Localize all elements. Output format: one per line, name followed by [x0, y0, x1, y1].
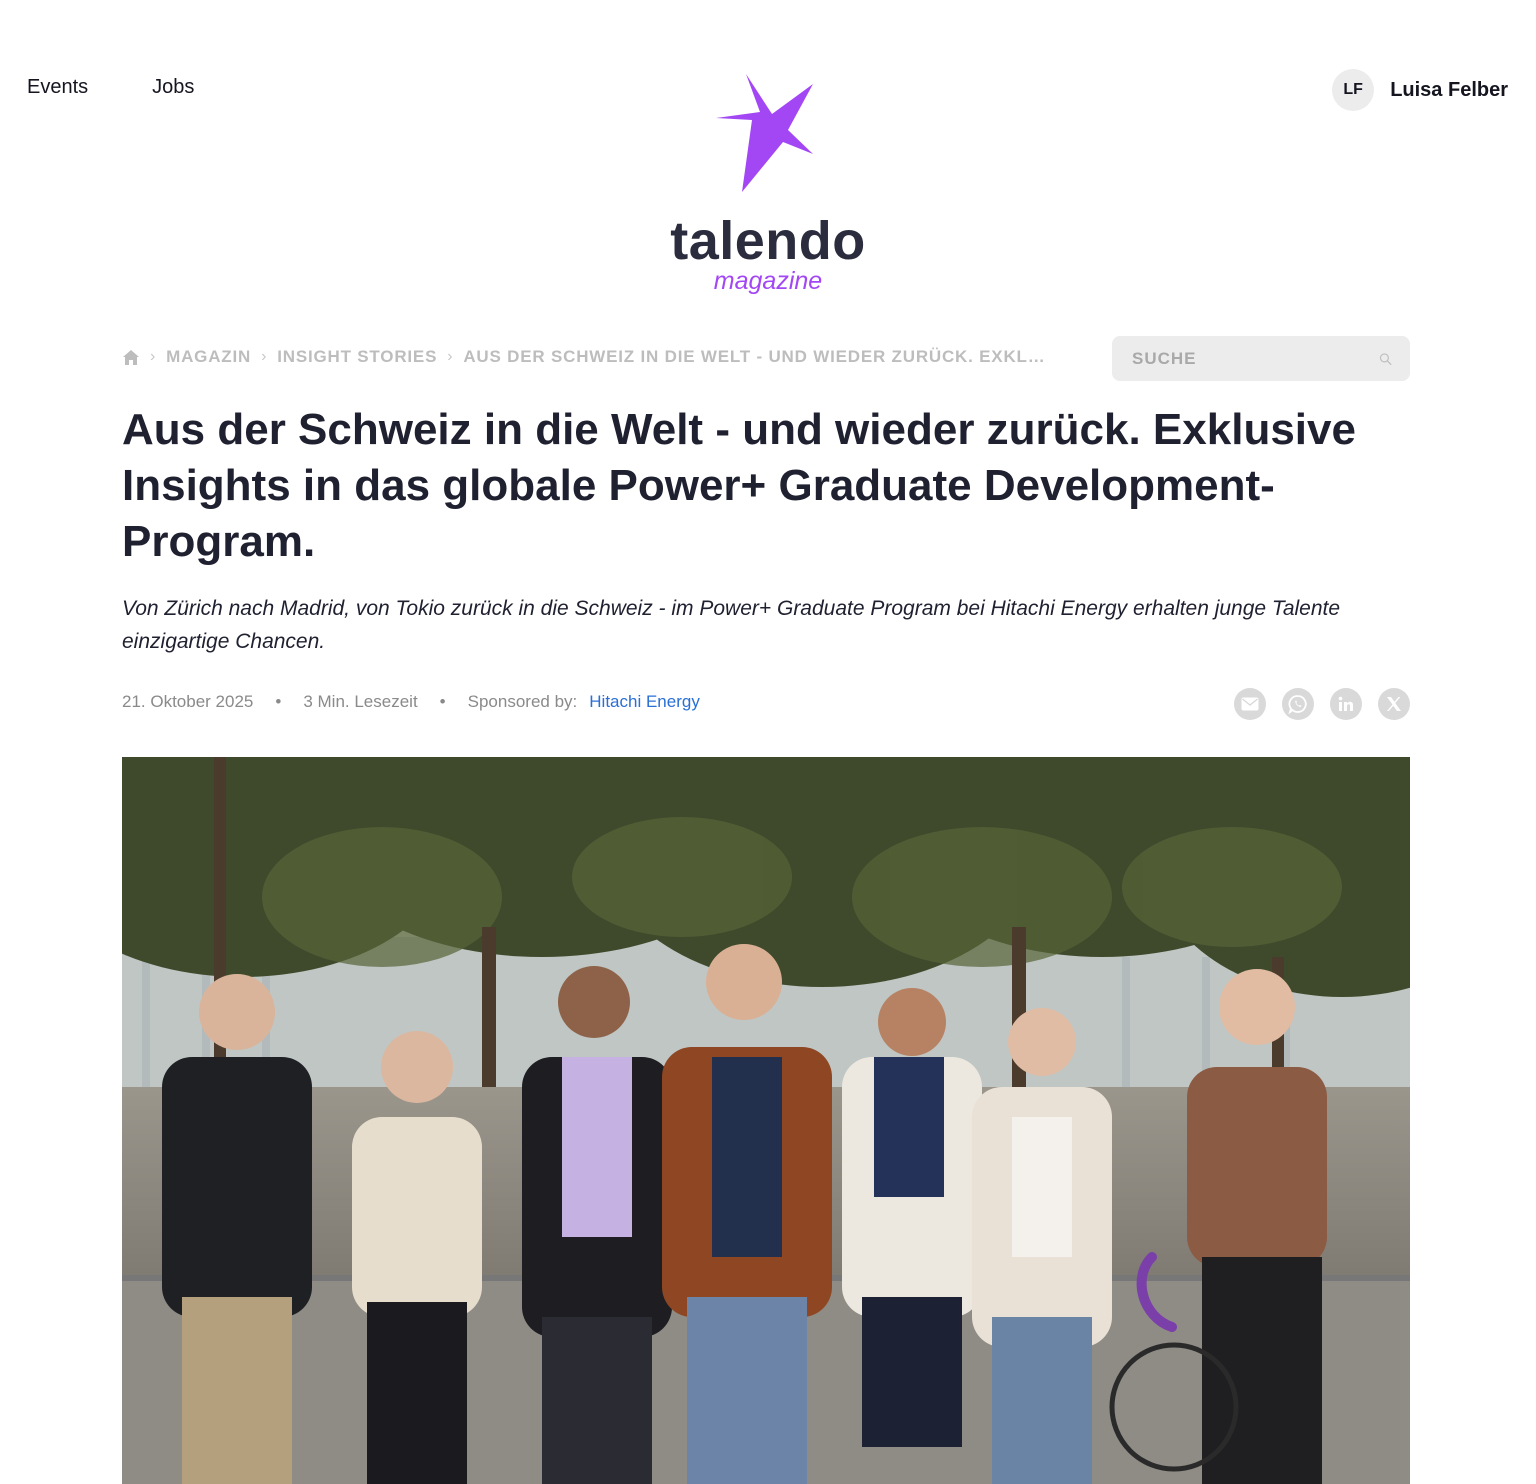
linkedin-icon — [1338, 696, 1353, 711]
search-box — [1112, 336, 1410, 381]
breadcrumb-current: AUS DER SCHWEIZ IN DIE WELT - UND WIEDER… — [463, 347, 1048, 366]
share-whatsapp-button[interactable] — [1282, 688, 1314, 720]
hero-image — [122, 757, 1410, 1484]
share-mail-button[interactable] — [1234, 688, 1266, 720]
mail-icon — [1241, 697, 1259, 711]
search-icon[interactable] — [1379, 350, 1392, 368]
site-logo[interactable]: talendo magazine — [0, 70, 1536, 296]
share-linkedin-button[interactable] — [1330, 688, 1362, 720]
article-lead: Von Zürich nach Madrid, von Tokio zurück… — [122, 597, 1341, 653]
brand-subtitle: magazine — [713, 267, 823, 295]
article-read-time: 3 Min. Lesezeit — [303, 692, 418, 711]
chevron-right-icon: › — [261, 348, 268, 365]
chevron-right-icon: › — [150, 348, 157, 365]
article-title: Aus der Schweiz in die Welt - und wieder… — [122, 405, 1356, 566]
home-icon[interactable] — [122, 349, 140, 366]
sponsor-link[interactable]: Hitachi Energy — [589, 692, 700, 712]
article-date: 21. Oktober 2025 — [122, 692, 254, 711]
share-buttons — [1234, 688, 1410, 720]
article-meta: 21. Oktober 2025 • 3 Min. Lesezeit • Spo… — [122, 692, 700, 712]
separator-dot: • — [275, 692, 282, 711]
chevron-right-icon: › — [447, 348, 454, 365]
breadcrumb: › MAGAZIN › INSIGHT STORIES › AUS DER SC… — [122, 347, 1048, 367]
breadcrumb-insight-stories[interactable]: INSIGHT STORIES — [277, 347, 437, 367]
sponsored-label: Sponsored by: — [467, 692, 578, 711]
x-icon — [1387, 697, 1401, 711]
whatsapp-icon — [1288, 695, 1307, 714]
breadcrumb-magazin[interactable]: MAGAZIN — [166, 347, 251, 367]
share-x-button[interactable] — [1378, 688, 1410, 720]
search-input[interactable] — [1112, 336, 1379, 381]
separator-dot: • — [439, 692, 446, 711]
star-logo-icon — [716, 74, 813, 192]
brand-name: talendo — [670, 211, 866, 271]
